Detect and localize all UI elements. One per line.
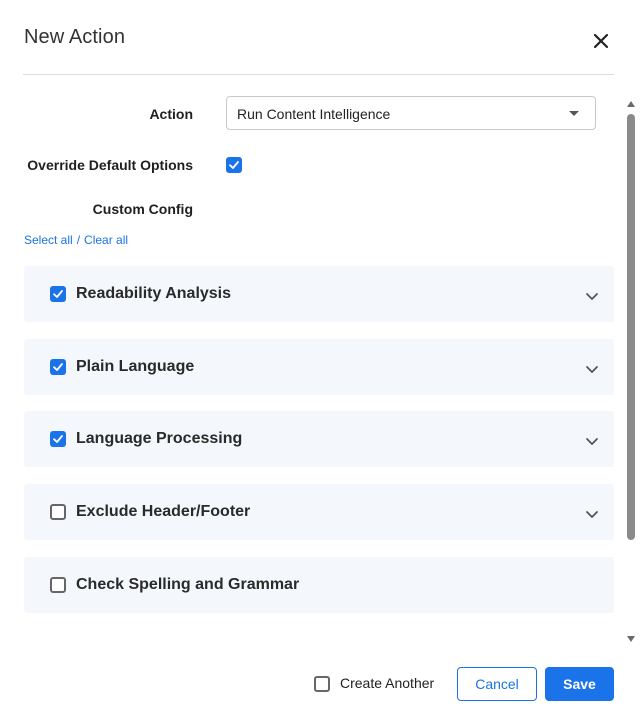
close-icon <box>593 33 609 49</box>
close-button[interactable] <box>588 28 614 54</box>
override-default-options-checkbox[interactable] <box>226 157 242 173</box>
section-label: Check Spelling and Grammar <box>76 576 300 593</box>
checkmark-icon <box>53 290 63 298</box>
checkmark-icon <box>53 363 63 371</box>
check-spelling-grammar-checkbox[interactable] <box>50 577 66 593</box>
readability-analysis-checkbox[interactable] <box>50 286 66 302</box>
scrollbar-thumb[interactable] <box>627 114 635 540</box>
override-default-options-label: Override Default Options <box>27 157 193 173</box>
save-button[interactable]: Save <box>545 667 614 701</box>
language-processing-checkbox[interactable] <box>50 431 66 447</box>
scroll-down-arrow-icon[interactable] <box>627 636 635 642</box>
select-all-link[interactable]: Select all <box>24 233 73 247</box>
section-label: Plain Language <box>76 358 195 375</box>
chevron-down-icon[interactable] <box>584 506 600 522</box>
section-label: Readability Analysis <box>76 285 232 302</box>
chevron-down-icon[interactable] <box>584 433 600 449</box>
dialog-title: New Action <box>24 26 126 48</box>
clear-all-link[interactable]: Clear all <box>84 233 128 247</box>
scrollbar[interactable] <box>624 98 638 648</box>
exclude-header-footer-checkbox[interactable] <box>50 504 66 520</box>
section-exclude-header-footer[interactable]: Exclude Header/Footer <box>24 484 614 540</box>
caret-down-icon <box>569 111 579 116</box>
links-separator: / <box>76 233 81 247</box>
chevron-down-icon[interactable] <box>584 361 600 377</box>
section-readability-analysis[interactable]: Readability Analysis <box>24 266 614 322</box>
checkmark-icon <box>229 161 239 169</box>
section-check-spelling-grammar[interactable]: Check Spelling and Grammar <box>24 557 614 613</box>
section-label: Exclude Header/Footer <box>76 503 251 520</box>
action-label: Action <box>149 106 193 122</box>
header-divider <box>23 74 614 75</box>
create-another-checkbox[interactable] <box>314 676 330 692</box>
create-another-label: Create Another <box>340 675 435 691</box>
section-language-processing[interactable]: Language Processing <box>24 411 614 467</box>
plain-language-checkbox[interactable] <box>50 359 66 375</box>
section-plain-language[interactable]: Plain Language <box>24 339 614 395</box>
action-select-value: Run Content Intelligence <box>237 106 391 122</box>
scroll-up-arrow-icon[interactable] <box>627 101 635 107</box>
new-action-dialog: New Action Action Run Content Intelligen… <box>0 0 640 720</box>
section-label: Language Processing <box>76 430 243 447</box>
select-clear-links: Select all / Clear all <box>24 233 128 247</box>
checkmark-icon <box>53 435 63 443</box>
cancel-button[interactable]: Cancel <box>457 667 537 701</box>
chevron-down-icon[interactable] <box>584 288 600 304</box>
custom-config-label: Custom Config <box>92 201 193 217</box>
action-select[interactable]: Run Content Intelligence <box>226 96 596 130</box>
